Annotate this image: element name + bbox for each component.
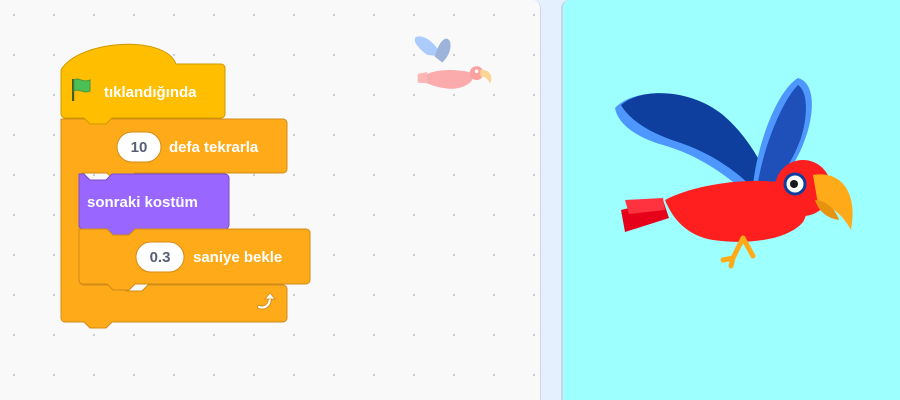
wait-block[interactable]: 0.3 saniye bekle (78, 228, 311, 291)
repeat-label: defa tekrarla (169, 139, 259, 156)
code-area[interactable]: 10 defa tekrarla tıklandığında sonraki k… (0, 0, 541, 400)
wait-label: saniye bekle (193, 249, 282, 266)
when-flag-clicked-block[interactable]: tıklandığında (60, 43, 226, 125)
repeat-count[interactable]: 10 (131, 139, 148, 156)
script-canvas: 10 defa tekrarla tıklandığında sonraki k… (60, 36, 492, 329)
parrot-sprite-icon[interactable] (615, 78, 853, 269)
next-costume-block[interactable]: sonraki kostüm (78, 173, 230, 236)
parrot-sprite-icon (414, 36, 492, 89)
stage[interactable] (561, 0, 900, 400)
stage-canvas (615, 78, 853, 269)
hat-label: tıklandığında (104, 84, 197, 101)
next-costume-label: sonraki kostüm (87, 194, 198, 211)
wait-seconds[interactable]: 0.3 (150, 249, 171, 266)
pane-divider (541, 0, 560, 400)
